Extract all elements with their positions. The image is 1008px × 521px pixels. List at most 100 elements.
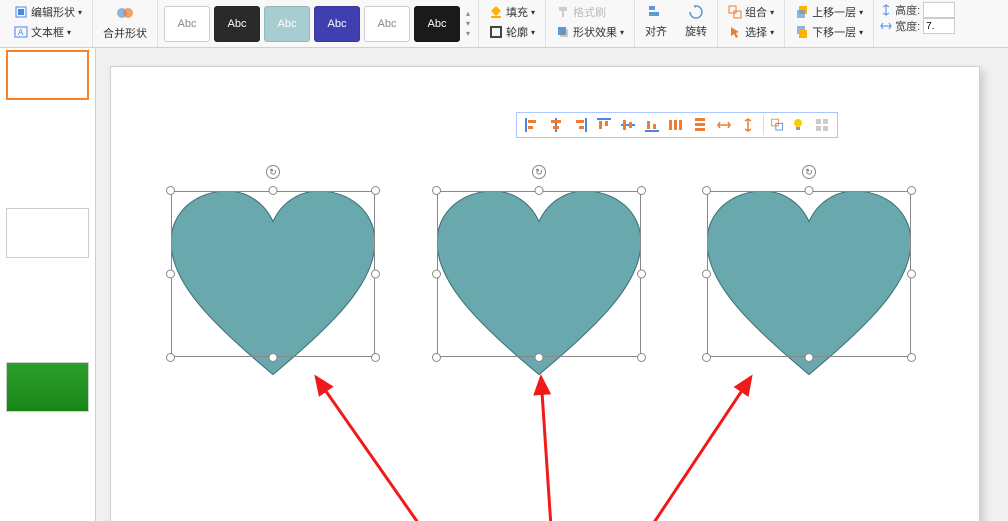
align-center-h-icon <box>547 116 565 134</box>
group-button[interactable] <box>763 115 785 135</box>
align-middle-v-button[interactable] <box>617 115 639 135</box>
resize-handle-tm[interactable] <box>269 186 278 195</box>
width-icon <box>880 20 892 32</box>
style-swatch-6[interactable]: Abc <box>414 6 460 42</box>
edit-shape-label: 编辑形状 <box>31 4 75 20</box>
svg-text:A: A <box>18 28 24 37</box>
resize-handle-tm[interactable] <box>535 186 544 195</box>
align-left-icon <box>523 116 541 134</box>
group-button[interactable]: 组合 ▾ <box>724 2 778 22</box>
fill-button[interactable]: 填充 ▾ <box>485 2 539 22</box>
rotate-button[interactable]: 旋转 <box>681 2 711 41</box>
grid-icon <box>813 116 831 134</box>
grid-button[interactable] <box>811 115 833 135</box>
width-control[interactable]: 宽度: <box>880 18 955 34</box>
resize-handle-bm[interactable] <box>805 353 814 362</box>
bring-forward-label: 上移一层 <box>812 4 856 20</box>
resize-handle-tl[interactable] <box>166 186 175 195</box>
align-button[interactable]: 对齐 <box>641 2 671 41</box>
outline-button[interactable]: 轮廓 ▾ <box>485 22 539 42</box>
align-bottom-icon <box>643 116 661 134</box>
style-swatch-4[interactable]: Abc <box>314 6 360 42</box>
floating-align-toolbar <box>516 112 838 138</box>
align-icon <box>647 4 665 20</box>
resize-handle-tr[interactable] <box>371 186 380 195</box>
resize-handle-ml[interactable] <box>432 270 441 279</box>
rotation-handle[interactable]: ↻ <box>802 165 816 179</box>
resize-handle-tr[interactable] <box>637 186 646 195</box>
resize-handle-ml[interactable] <box>166 270 175 279</box>
merge-shapes-button[interactable]: 合并形状 <box>99 2 151 43</box>
shape-style-gallery: Abc Abc Abc Abc Abc Abc ▴▾▾ <box>158 0 479 47</box>
equal-width-button[interactable] <box>713 115 735 135</box>
resize-handle-tm[interactable] <box>805 186 814 195</box>
rotation-handle[interactable]: ↻ <box>266 165 280 179</box>
slide-thumbnail-3[interactable] <box>6 362 89 412</box>
idea-button[interactable] <box>787 115 809 135</box>
resize-handle-br[interactable] <box>637 353 646 362</box>
slide-thumbnails-panel[interactable] <box>0 48 96 521</box>
style-swatch-3[interactable]: Abc <box>264 6 310 42</box>
ribbon: 编辑形状 ▾ A 文本框 ▾ 合并形状 Abc Abc Abc Abc Abc … <box>0 0 1008 48</box>
edit-shape-icon <box>14 5 28 19</box>
resize-handle-bl[interactable] <box>166 353 175 362</box>
gallery-more[interactable]: ▴▾▾ <box>464 9 472 39</box>
heart-shape-2[interactable]: ↻ <box>437 191 641 357</box>
resize-handle-bl[interactable] <box>702 353 711 362</box>
distribute-v-button[interactable] <box>689 115 711 135</box>
text-box-button[interactable]: A 文本框 ▾ <box>10 22 86 42</box>
resize-handle-mr[interactable] <box>371 270 380 279</box>
slide-thumbnail-1[interactable] <box>6 50 89 100</box>
align-label: 对齐 <box>645 23 667 39</box>
slide-thumbnail-2[interactable] <box>6 208 89 258</box>
select-button[interactable]: 选择 ▾ <box>724 22 778 42</box>
resize-handle-ml[interactable] <box>702 270 711 279</box>
resize-handle-bm[interactable] <box>269 353 278 362</box>
height-input[interactable] <box>923 2 955 18</box>
fill-icon <box>489 5 503 19</box>
rotation-handle[interactable]: ↻ <box>532 165 546 179</box>
align-top-button[interactable] <box>593 115 615 135</box>
style-swatch-1[interactable]: Abc <box>164 6 210 42</box>
align-center-h-button[interactable] <box>545 115 567 135</box>
heart-shape-1[interactable]: ↻ <box>171 191 375 357</box>
send-backward-button[interactable]: 下移一层 ▾ <box>791 22 867 42</box>
style-swatch-2[interactable]: Abc <box>214 6 260 42</box>
style-swatch-5[interactable]: Abc <box>364 6 410 42</box>
resize-handle-mr[interactable] <box>637 270 646 279</box>
resize-handle-tr[interactable] <box>907 186 916 195</box>
resize-handle-bm[interactable] <box>535 353 544 362</box>
bring-forward-icon <box>795 5 809 19</box>
heart-icon <box>707 191 911 375</box>
equal-height-button[interactable] <box>737 115 759 135</box>
shape-effects-button[interactable]: 形状效果 ▾ <box>552 22 628 42</box>
resize-handle-br[interactable] <box>371 353 380 362</box>
resize-handle-tl[interactable] <box>432 186 441 195</box>
canvas-area[interactable]: ↻ ↻ ↻ <box>96 48 1008 521</box>
rotate-label: 旋转 <box>685 23 707 39</box>
group-icon <box>770 116 785 134</box>
bring-forward-button[interactable]: 上移一层 ▾ <box>791 2 867 22</box>
idea-icon <box>789 116 807 134</box>
align-left-button[interactable] <box>521 115 543 135</box>
text-box-label: 文本框 <box>31 24 64 40</box>
resize-handle-mr[interactable] <box>907 270 916 279</box>
equal-width-icon <box>715 116 733 134</box>
send-backward-icon <box>795 25 809 39</box>
height-control[interactable]: 高度: <box>880 2 955 18</box>
group-label: 组合 <box>745 4 767 20</box>
merge-shapes-label: 合并形状 <box>103 25 147 41</box>
edit-shape-button[interactable]: 编辑形状 ▾ <box>10 2 86 22</box>
resize-handle-tl[interactable] <box>702 186 711 195</box>
resize-handle-br[interactable] <box>907 353 916 362</box>
width-input[interactable] <box>923 18 955 34</box>
chevron-down-icon: ▾ <box>78 8 82 17</box>
align-bottom-button[interactable] <box>641 115 663 135</box>
shape-effects-icon <box>556 25 570 39</box>
distribute-h-button[interactable] <box>665 115 687 135</box>
format-painter-icon <box>556 5 570 19</box>
heart-shape-3[interactable]: ↻ <box>707 191 911 357</box>
resize-handle-bl[interactable] <box>432 353 441 362</box>
shape-effects-label: 形状效果 <box>573 24 617 40</box>
align-right-button[interactable] <box>569 115 591 135</box>
